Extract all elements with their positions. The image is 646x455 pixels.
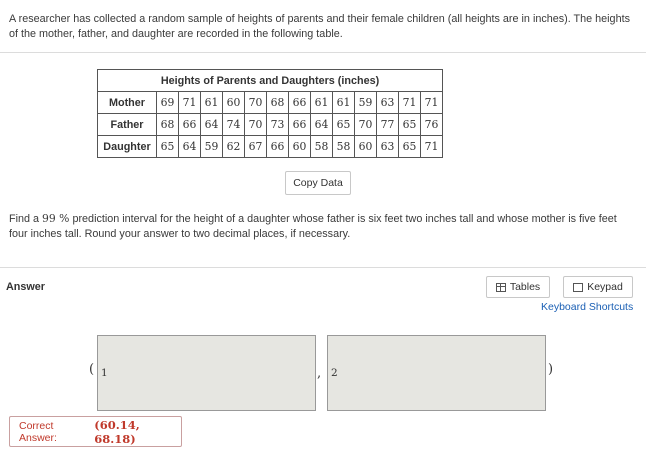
table-cell: 70 [244, 91, 267, 114]
row-label: Mother [97, 91, 157, 114]
separator-comma: , [317, 366, 322, 381]
table-row-daughter: Daughter 65 64 59 62 67 66 60 58 58 60 63 65 71 [97, 135, 443, 158]
correct-answer-box: Correct Answer: (60.14, 68.18) [9, 416, 182, 447]
table-cell: 62 [222, 135, 245, 158]
table-cell: 66 [288, 113, 311, 136]
table-cell: 58 [310, 135, 333, 158]
table-cell: 63 [376, 135, 399, 158]
confidence-level: 99 % [42, 212, 70, 225]
table-cell: 77 [376, 113, 399, 136]
heights-table: Heights of Parents and Daughters (inches… [97, 69, 443, 158]
table-cell: 64 [178, 135, 201, 158]
table-cell: 64 [310, 113, 333, 136]
table-cell: 60 [222, 91, 245, 114]
table-cell: 64 [200, 113, 223, 136]
table-cell: 65 [156, 135, 179, 158]
table-cell: 60 [288, 135, 311, 158]
problem-prompt: A researcher has collected a random samp… [9, 13, 630, 40]
table-cell: 68 [156, 113, 179, 136]
tables-label: Tables [509, 281, 541, 293]
table-cell: 65 [398, 135, 421, 158]
table-cell: 66 [178, 113, 201, 136]
table-cell: 61 [200, 91, 223, 114]
table-cell: 71 [420, 91, 443, 114]
table-cell: 65 [398, 113, 421, 136]
table-cell: 60 [354, 135, 377, 158]
lower-bound-input[interactable]: 1 [97, 335, 316, 411]
table-cell: 70 [354, 113, 377, 136]
table-cell: 65 [332, 113, 355, 136]
table-cell: 71 [178, 91, 201, 114]
question-post: prediction interval for the height of a … [9, 213, 617, 240]
open-paren: ( [89, 362, 95, 377]
close-paren: ) [548, 362, 554, 377]
top-divider [0, 52, 646, 53]
correct-answer-label: Correct Answer: [19, 419, 57, 444]
table-cell: 76 [420, 113, 443, 136]
row-label: Daughter [97, 135, 157, 158]
table-cell: 67 [244, 135, 267, 158]
table-cell: 74 [222, 113, 245, 136]
table-row-mother: Mother 69 71 61 60 70 68 66 61 61 59 63 71 71 [97, 91, 443, 114]
table-cell: 58 [332, 135, 355, 158]
table-cell: 63 [376, 91, 399, 114]
table-cell: 59 [200, 135, 223, 158]
table-icon [495, 282, 506, 292]
keypad-label: Keypad [587, 281, 623, 293]
table-cell: 70 [244, 113, 267, 136]
field1-value: 1 [101, 367, 108, 379]
table-caption: Heights of Parents and Daughters (inches… [97, 69, 443, 92]
field2-value: 2 [331, 367, 338, 379]
table-cell: 73 [266, 113, 289, 136]
row-label: Father [97, 113, 157, 136]
table-cell: 66 [288, 91, 311, 114]
answer-divider [0, 267, 646, 268]
keyboard-shortcuts-link[interactable]: Keyboard Shortcuts [541, 301, 633, 313]
table-cell: 71 [420, 135, 443, 158]
correct-answer-value: (60.14, 68.18) [94, 417, 140, 446]
table-cell: 61 [332, 91, 355, 114]
copy-data-button[interactable]: Copy Data [285, 171, 351, 195]
table-cell: 66 [266, 135, 289, 158]
table-cell: 61 [310, 91, 333, 114]
keypad-button[interactable]: Keypad [563, 276, 633, 298]
keypad-icon [573, 282, 584, 292]
question-text: Find a 99 % prediction interval for the … [9, 211, 634, 242]
table-cell: 68 [266, 91, 289, 114]
table-cell: 71 [398, 91, 421, 114]
question-pre: Find a [9, 213, 40, 225]
tables-button[interactable]: Tables [486, 276, 550, 298]
table-cell: 59 [354, 91, 377, 114]
table-row-father: Father 68 66 64 74 70 73 66 64 65 70 77 65 76 [97, 113, 443, 136]
table-cell: 69 [156, 91, 179, 114]
upper-bound-input[interactable]: 2 [327, 335, 546, 411]
answer-label: Answer [6, 281, 46, 293]
